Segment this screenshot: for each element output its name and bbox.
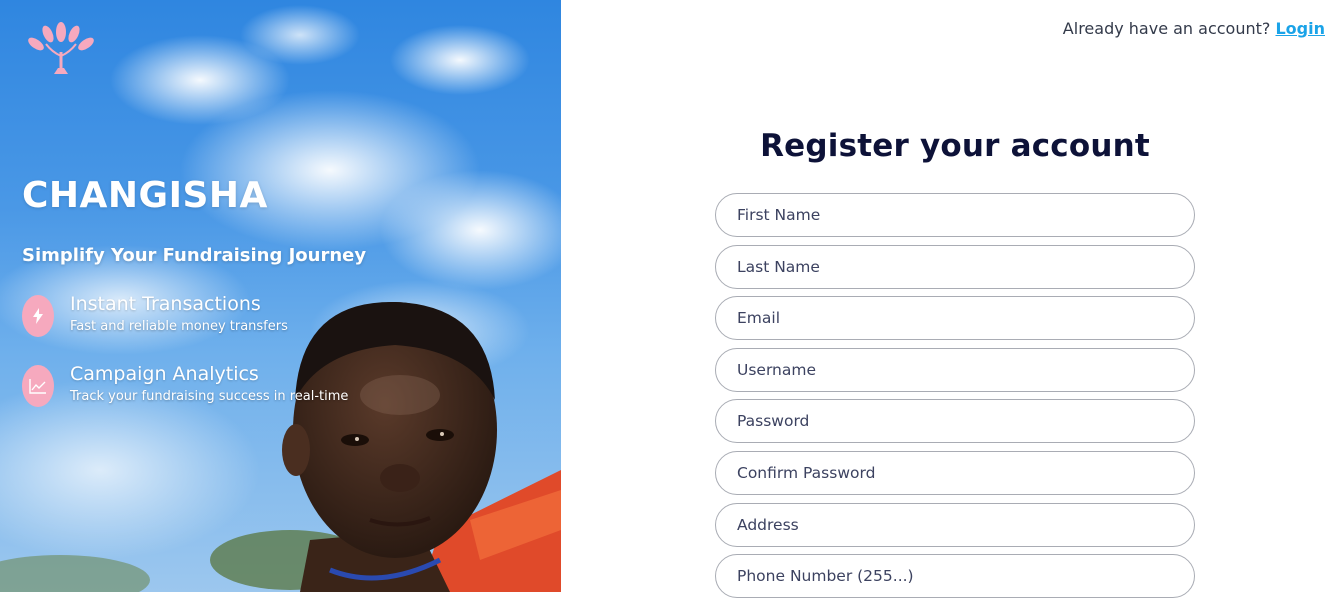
chart-line-icon <box>22 365 54 407</box>
feature-subtitle: Fast and reliable money transfers <box>70 319 288 334</box>
login-prompt-text: Already have an account? <box>1062 19 1271 38</box>
login-link[interactable]: Login <box>1275 19 1325 38</box>
email-field[interactable] <box>715 296 1195 340</box>
first-name-field[interactable] <box>715 193 1195 237</box>
page-title: Register your account <box>760 128 1150 164</box>
feature-subtitle: Track your fundraising success in real-t… <box>70 389 349 404</box>
phone-number-field[interactable] <box>715 554 1195 598</box>
tagline: Simplify Your Fundraising Journey <box>22 245 367 266</box>
last-name-field[interactable] <box>715 245 1195 289</box>
address-field[interactable] <box>715 503 1195 547</box>
feature-title: Campaign Analytics <box>70 363 259 385</box>
feature-title: Instant Transactions <box>70 293 261 315</box>
logo <box>24 22 98 76</box>
tree-leaves-icon <box>28 22 94 74</box>
feature-instant-transactions: Instant Transactions Fast and reliable m… <box>22 293 422 343</box>
password-field[interactable] <box>715 399 1195 443</box>
login-prompt: Already have an account? Login <box>1063 19 1325 38</box>
confirm-password-field[interactable] <box>715 451 1195 495</box>
feature-campaign-analytics: Campaign Analytics Track your fundraisin… <box>22 363 422 413</box>
brand-name: CHANGISHA <box>22 175 268 216</box>
hero-panel: CHANGISHA Simplify Your Fundraising Jour… <box>0 0 561 592</box>
username-field[interactable] <box>715 348 1195 392</box>
lightning-icon <box>22 295 54 337</box>
